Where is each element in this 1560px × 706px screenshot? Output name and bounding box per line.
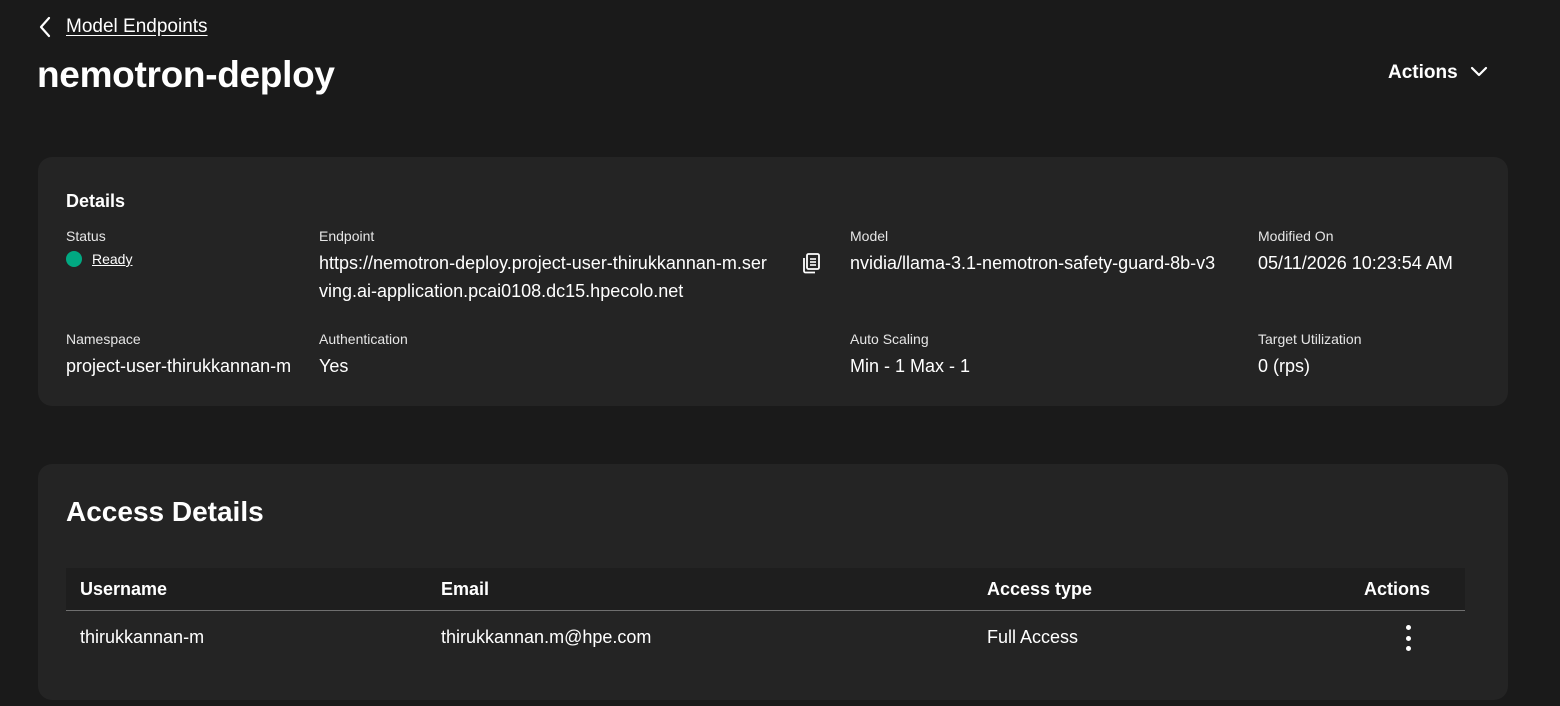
modified-on-value: 05/11/2026 10:23:54 AM <box>1258 253 1453 273</box>
copy-icon[interactable] <box>800 251 824 275</box>
table-header: Username Email Access type Actions <box>66 568 1465 611</box>
details-card: Details Status Ready Endpoint https://ne… <box>38 157 1508 406</box>
authentication-field: Authentication Yes <box>319 330 408 380</box>
modified-on-label: Modified On <box>1258 228 1334 244</box>
back-link[interactable]: Model Endpoints <box>38 14 208 40</box>
details-heading: Details <box>66 191 126 211</box>
target-utilization-value: 0 (rps) <box>1258 356 1311 376</box>
column-header-username[interactable]: Username <box>80 579 167 600</box>
target-utilization-field: Target Utilization 0 (rps) <box>1258 330 1362 380</box>
username-cell: thirukkannan-m <box>80 627 205 647</box>
back-link-label[interactable]: Model Endpoints <box>66 16 208 38</box>
target-utilization-label: Target Utilization <box>1258 331 1362 347</box>
status-field: Status Ready <box>66 227 132 267</box>
access-details-card: Access Details Username Email Access typ… <box>38 464 1508 700</box>
auto-scaling-value: Min - 1 Max - 1 <box>850 356 971 376</box>
email-cell: thirukkannan.m@hpe.com <box>441 627 652 647</box>
more-options-icon[interactable] <box>1400 625 1416 651</box>
access-table: Username Email Access type Actions thiru… <box>66 568 1465 667</box>
column-header-email[interactable]: Email <box>441 579 489 600</box>
namespace-field: Namespace project-user-thirukkannan-m <box>66 330 291 380</box>
model-label: Model <box>850 228 889 244</box>
page-title: nemotron-deploy <box>37 54 335 95</box>
chevron-down-icon <box>1470 62 1488 84</box>
status-value[interactable]: Ready <box>92 251 132 267</box>
model-value: nvidia/llama-3.1-nemotron-safety-guard-8… <box>850 253 1216 273</box>
endpoint-field: Endpoint https://nemotron-deploy.project… <box>319 227 769 305</box>
chevron-left-icon <box>38 14 56 40</box>
auto-scaling-label: Auto Scaling <box>850 331 929 347</box>
auto-scaling-field: Auto Scaling Min - 1 Max - 1 <box>850 330 970 380</box>
access-details-heading: Access Details <box>66 496 264 527</box>
authentication-value: Yes <box>319 356 349 376</box>
endpoint-label: Endpoint <box>319 228 375 244</box>
model-field: Model nvidia/llama-3.1-nemotron-safety-g… <box>850 227 1215 277</box>
actions-menu-label: Actions <box>1388 62 1458 83</box>
authentication-label: Authentication <box>319 331 408 347</box>
namespace-label: Namespace <box>66 331 141 347</box>
endpoint-value: https://nemotron-deploy.project-user-thi… <box>319 253 767 301</box>
table-row: thirukkannan-m thirukkannan.m@hpe.com Fu… <box>66 611 1465 667</box>
modified-on-field: Modified On 05/11/2026 10:23:54 AM <box>1258 227 1453 277</box>
actions-menu-button[interactable]: Actions <box>1388 62 1488 84</box>
namespace-value: project-user-thirukkannan-m <box>66 356 292 376</box>
column-header-actions: Actions <box>1364 579 1431 599</box>
column-header-access-type[interactable]: Access type <box>987 579 1092 600</box>
page: Model Endpoints nemotron-deploy Actions … <box>0 0 1560 706</box>
status-indicator <box>66 251 82 267</box>
access-type-cell: Full Access <box>987 627 1079 647</box>
status-label: Status <box>66 228 106 244</box>
